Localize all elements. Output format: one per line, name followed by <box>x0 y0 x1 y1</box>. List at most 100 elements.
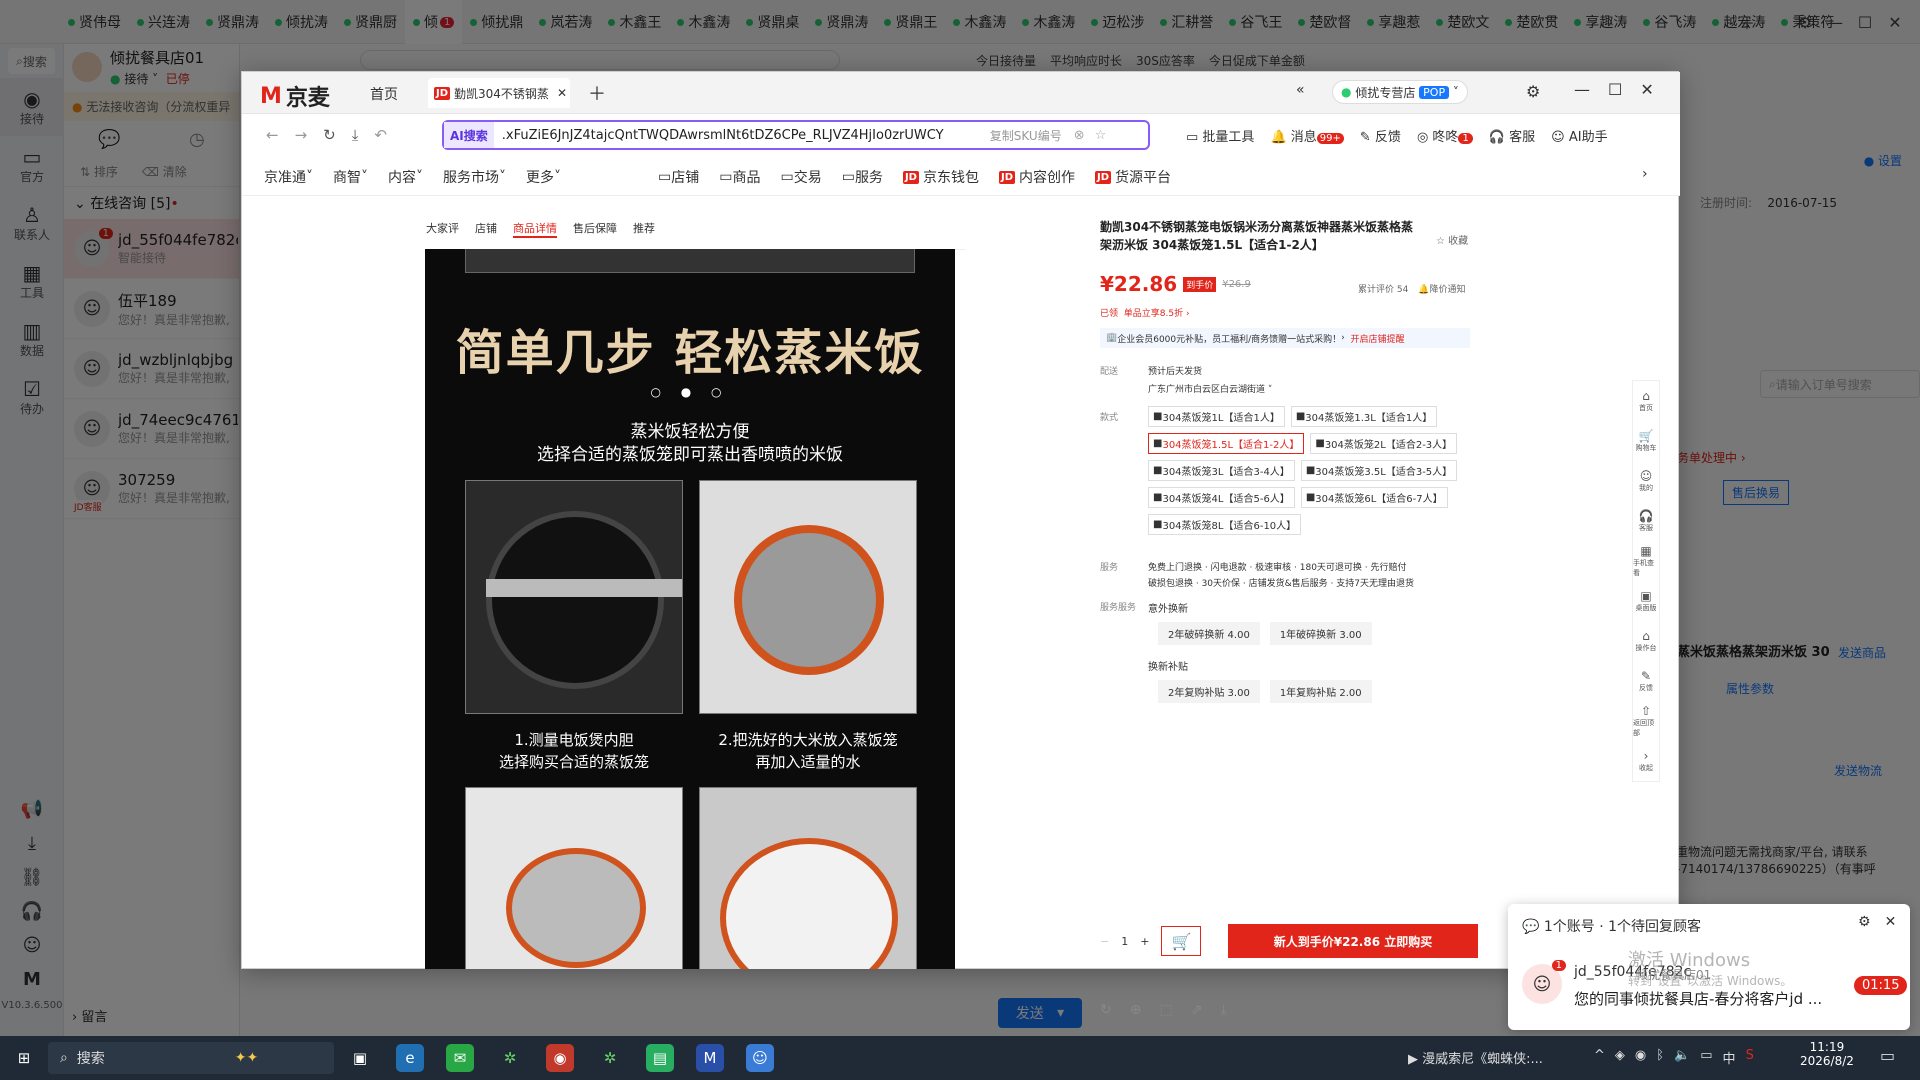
top-tab[interactable]: 贤鼎桌 <box>738 0 807 44</box>
store-remind-link[interactable]: 开启店铺提醒 <box>1351 332 1405 345</box>
jingmai-taskbar-icon[interactable]: M <box>696 1044 724 1072</box>
refresh-icon[interactable]: ↻ <box>1100 1002 1112 1018</box>
tab-product[interactable]: JD 勤凯304不锈钢蒸 ✕ <box>428 78 570 108</box>
wechat-tray-icon[interactable]: ◉ <box>1635 1048 1646 1067</box>
top-tab[interactable]: 岚若涛 <box>531 0 600 44</box>
customer-service-button[interactable]: 🎧 客服 <box>1489 126 1535 145</box>
new-tab-icon[interactable]: ＋ <box>588 80 606 106</box>
side-tool-item[interactable]: 🛒 购物车 <box>1633 421 1659 461</box>
feedback-button[interactable]: ✎ 反馈 <box>1360 126 1401 145</box>
close-icon[interactable]: ✕ <box>1640 80 1653 99</box>
top-tab[interactable]: 木鑫涛 <box>669 0 738 44</box>
style-option[interactable]: ■ 304蒸饭笼2L【适合2-3人】 <box>1310 433 1458 454</box>
after-sale-button[interactable]: 售后换易 <box>1723 480 1790 505</box>
media-widget[interactable]: ▶ 漫威索尼《蜘蛛侠:... <box>1408 1048 1543 1067</box>
ai-assistant-button[interactable]: ☺ AI助手 <box>1551 126 1607 145</box>
rail-item-data[interactable]: ▥ 数据 <box>0 310 64 368</box>
cart-icon[interactable]: 🛒 <box>1161 926 1202 956</box>
style-option[interactable]: ■ 304蒸饭笼1.3L【适合1人】 <box>1290 406 1438 427</box>
top-tab[interactable]: 楚欧督 <box>1290 0 1359 44</box>
minimize-icon[interactable]: — <box>1574 80 1590 99</box>
price-notify-button[interactable]: 🔔降价通知 <box>1418 282 1465 295</box>
side-tool-item[interactable]: › 收起 <box>1633 741 1659 781</box>
nav-item[interactable]: 内容 ˅ <box>388 167 423 187</box>
notification-popup[interactable]: 💬 1个账号 · 1个待回复顾客 ⚙ ✕ ☺ 1 jd_55f044fe782c 倾… <box>1508 904 1910 1030</box>
review-count[interactable]: 累计评价 54 <box>1358 282 1408 295</box>
dongdong-taskbar-icon[interactable]: ☺ <box>746 1044 774 1072</box>
settings-icon[interactable]: ⚙ <box>1858 914 1871 930</box>
volume-icon[interactable]: 🔈 <box>1674 1048 1690 1067</box>
ime-indicator[interactable]: 中 <box>1723 1048 1736 1067</box>
top-tab[interactable]: 谷飞王 <box>1221 0 1290 44</box>
top-tab[interactable]: 木鑫涛 <box>945 0 1014 44</box>
top-tab[interactable]: 楚欧文 <box>1428 0 1497 44</box>
download-icon[interactable]: ⤓ <box>1220 1002 1226 1018</box>
nav-shortcut[interactable]: JD 内容创作 <box>998 167 1075 187</box>
style-option[interactable]: ■ 304蒸饭笼8L【适合6-10人】 <box>1148 514 1302 535</box>
headset-icon[interactable]: 🎧 <box>0 894 64 928</box>
chat-list-item[interactable]: ☺ JD客服 307259 您好！真是非常抱歉, <box>64 459 239 519</box>
rail-item-tools[interactable]: ▦ 工具 <box>0 252 64 310</box>
nav-shortcut[interactable]: JD 京东钱包 <box>902 167 979 187</box>
megaphone-icon[interactable]: 📢 <box>0 792 64 826</box>
extra2-option[interactable]: 2年复购补贴 3.00 <box>1158 680 1260 703</box>
qty-input[interactable]: 1 <box>1121 935 1128 948</box>
forward-icon[interactable]: → <box>295 126 308 144</box>
chat-list-item[interactable]: ☺ 伍平189 您好！真是非常抱歉, <box>64 279 239 339</box>
crop-icon[interactable]: ⬚ <box>1159 1002 1172 1018</box>
ship-address[interactable]: 广东广州市白云区白云湖街道 ˅ <box>1148 382 1272 395</box>
close-tab-icon[interactable]: ✕ <box>557 86 567 100</box>
ai-search-button[interactable]: AI搜索 <box>444 122 494 148</box>
section-online[interactable]: ⌄ 在线咨询 [5]• <box>64 186 239 219</box>
nav-item[interactable]: 商智 ˅ <box>333 167 368 187</box>
top-tab[interactable]: 贤鼎王 <box>876 0 945 44</box>
top-tab[interactable]: 倾扰涛 <box>267 0 336 44</box>
top-tab[interactable]: 贤鼎涛 <box>198 0 267 44</box>
qty-plus-button[interactable]: + <box>1140 935 1149 948</box>
nav-next-icon[interactable]: › <box>1642 166 1648 182</box>
zoom-in-icon[interactable]: ⊕ <box>1130 1002 1142 1018</box>
style-option[interactable]: ■ 304蒸饭笼1.5L【适合1-2人】 <box>1148 433 1305 454</box>
download-icon[interactable]: ⤓ <box>352 126 359 144</box>
star-icon[interactable]: ☆ <box>1095 128 1107 143</box>
top-tab[interactable]: 木鑫涛 <box>1014 0 1083 44</box>
tab-home[interactable]: 首页 <box>370 84 398 104</box>
send-product-link[interactable]: 发送商品 <box>1838 644 1886 661</box>
antivirus-icon[interactable]: S <box>1746 1048 1754 1067</box>
m-logo-icon[interactable]: M <box>0 962 64 996</box>
extra1-option[interactable]: 2年破碎换新 4.00 <box>1158 622 1260 645</box>
nav-shortcut[interactable]: ▭ 商品 <box>719 167 760 187</box>
top-tab[interactable]: 汇耕誉 <box>1152 0 1221 44</box>
batch-tool-button[interactable]: ▭ 批量工具 <box>1186 126 1254 145</box>
rail-search[interactable]: ⌕ 搜索 <box>8 48 55 74</box>
rail-item-reception[interactable]: ◉ 接待 <box>0 78 64 136</box>
link-icon[interactable]: ⛓ <box>0 860 64 894</box>
processing-link[interactable]: 务单处理中 › <box>1677 449 1746 466</box>
side-tool-item[interactable]: ⌂ 首页 <box>1633 381 1659 421</box>
nav-shortcut[interactable]: ▭ 服务 <box>842 167 883 187</box>
taskbar-search[interactable]: ⌕ 搜索 ✦✦ <box>48 1042 334 1074</box>
maximize-icon[interactable]: ☐ <box>1850 13 1880 32</box>
smile-icon[interactable]: ☺ <box>0 928 64 962</box>
store-switcher[interactable]: ● 倾扰专营店 POP ˅ <box>1332 80 1468 104</box>
settings-icon[interactable]: ⚙ <box>1790 13 1820 32</box>
extra1-option[interactable]: 1年破碎换新 3.00 <box>1269 622 1372 645</box>
download-icon[interactable]: ⤓ <box>0 826 64 860</box>
stop-status[interactable]: 已停 <box>166 72 190 86</box>
send-logistics-link[interactable]: 发送物流 <box>1834 762 1882 779</box>
add-tab-icon[interactable]: ＋ <box>1732 10 1762 34</box>
qty-minus-button[interactable]: − <box>1100 935 1109 948</box>
nav-item[interactable]: 京准通 ˅ <box>264 167 313 187</box>
close-icon[interactable]: ✕ <box>1885 914 1897 930</box>
side-tool-item[interactable]: ▣ 桌面版 <box>1633 581 1659 621</box>
top-tab[interactable]: 倾扰鼎 <box>462 0 531 44</box>
settings-icon[interactable]: ⚙ <box>1526 82 1540 101</box>
style-option[interactable]: ■ 304蒸饭笼6L【适合6-7人】 <box>1300 487 1448 508</box>
wechat-icon[interactable]: ✉ <box>446 1044 474 1072</box>
rail-item-todo[interactable]: ☑ 待办 <box>0 368 64 426</box>
attr-params-link[interactable]: 属性参数 <box>1726 680 1774 697</box>
app-icon[interactable]: ◉ <box>546 1044 574 1072</box>
style-option[interactable]: ■ 304蒸饭笼4L【适合5-6人】 <box>1148 487 1295 508</box>
clock-icon[interactable]: ◷ <box>189 129 205 150</box>
rail-item-official[interactable]: ▭ 官方 <box>0 136 64 194</box>
